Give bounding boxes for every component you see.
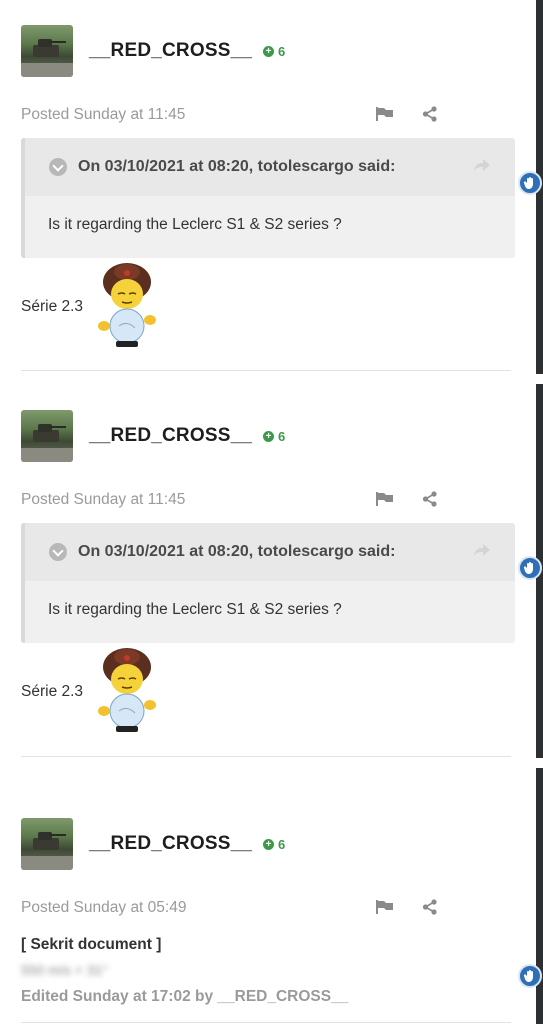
reaction-button[interactable] xyxy=(518,556,542,580)
share-icon[interactable] xyxy=(422,899,438,915)
hand-icon xyxy=(523,562,533,574)
hand-icon xyxy=(523,177,533,189)
quote-text: Is it regarding the Leclerc S1 & S2 seri… xyxy=(48,216,342,233)
quote-header[interactable]: On 03/10/2021 at 08:20, totolescargo sai… xyxy=(25,138,515,196)
hand-icon xyxy=(523,970,533,982)
post-timestamp[interactable]: Posted Sunday at 11:45 xyxy=(21,106,185,124)
fortune-teller-emoji-icon xyxy=(98,648,156,732)
divider xyxy=(21,1022,511,1023)
avatar[interactable] xyxy=(21,818,73,870)
author-name[interactable]: __RED_CROSS__ xyxy=(89,40,252,62)
fortune-teller-emoji-icon xyxy=(98,263,156,347)
flag-icon[interactable] xyxy=(376,107,394,121)
reputation-count: 6 xyxy=(278,44,286,59)
divider xyxy=(21,756,511,757)
post-timestamp[interactable]: Posted Sunday at 05:49 xyxy=(21,899,186,917)
reply-arrow-icon[interactable] xyxy=(473,542,491,558)
reputation-badge: + 6 xyxy=(263,837,285,852)
quote-block: On 03/10/2021 at 08:20, totolescargo sai… xyxy=(21,138,515,258)
share-icon[interactable] xyxy=(422,491,438,507)
quote-header[interactable]: On 03/10/2021 at 08:20, totolescargo sai… xyxy=(25,523,515,581)
share-icon[interactable] xyxy=(422,106,438,122)
reputation-badge: + 6 xyxy=(263,429,285,444)
reputation-count: 6 xyxy=(278,429,286,444)
plus-icon: + xyxy=(263,46,274,57)
redacted-text: 550 m/s = 31° xyxy=(21,962,108,978)
author-name[interactable]: __RED_CROSS__ xyxy=(89,425,252,447)
reputation-count: 6 xyxy=(278,837,286,852)
post-content: Série 2.3 xyxy=(21,683,84,700)
post-timestamp[interactable]: Posted Sunday at 11:45 xyxy=(21,491,185,509)
chevron-down-icon[interactable] xyxy=(49,158,67,176)
avatar[interactable] xyxy=(21,410,73,462)
reaction-button[interactable] xyxy=(518,964,542,988)
plus-icon: + xyxy=(263,431,274,442)
flag-icon[interactable] xyxy=(376,492,394,506)
chevron-down-icon[interactable] xyxy=(49,543,67,561)
document-title: [ Sekrit document ] xyxy=(21,936,162,953)
reaction-button[interactable] xyxy=(518,171,542,195)
reply-arrow-icon[interactable] xyxy=(473,157,491,173)
flag-icon[interactable] xyxy=(376,900,394,914)
quote-text: Is it regarding the Leclerc S1 & S2 seri… xyxy=(48,601,342,618)
quote-citation: On 03/10/2021 at 08:20, totolescargo sai… xyxy=(78,543,396,560)
reputation-badge: + 6 xyxy=(263,44,285,59)
plus-icon: + xyxy=(263,839,274,850)
post-content: Série 2.3 xyxy=(21,298,84,315)
divider xyxy=(21,370,511,371)
avatar[interactable] xyxy=(21,25,73,77)
author-name[interactable]: __RED_CROSS__ xyxy=(89,833,252,855)
edited-note: Edited Sunday at 17:02 by __RED_CROSS__ xyxy=(21,988,349,1005)
quote-citation: On 03/10/2021 at 08:20, totolescargo sai… xyxy=(78,158,396,175)
quote-block: On 03/10/2021 at 08:20, totolescargo sai… xyxy=(21,523,515,643)
